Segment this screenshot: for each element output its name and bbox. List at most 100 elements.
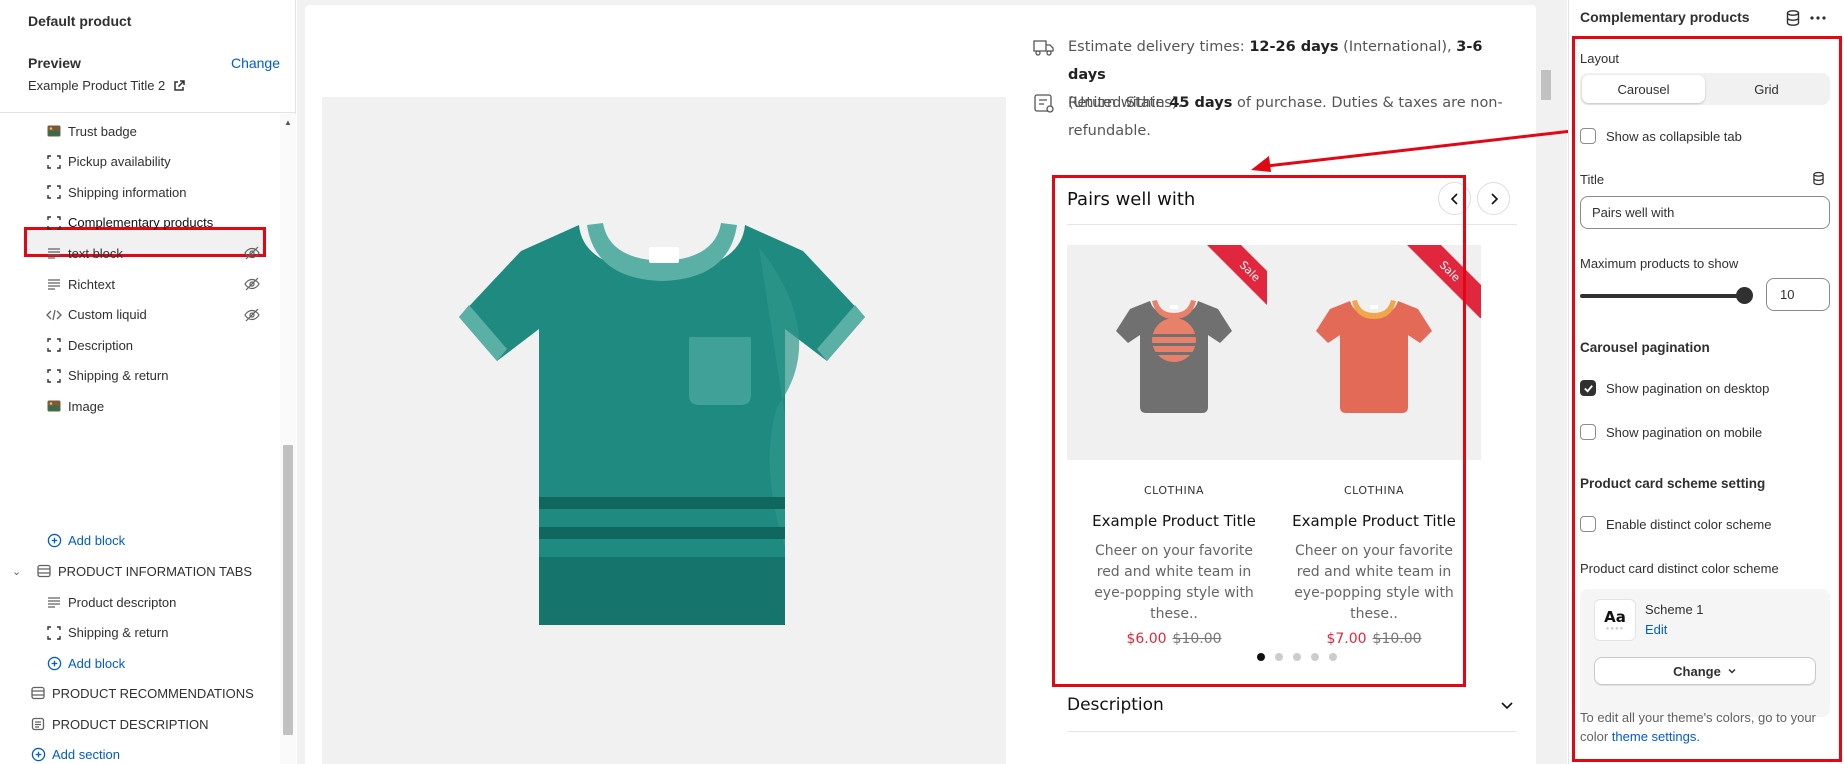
pagination-mobile-checkbox[interactable]: Show pagination on mobile bbox=[1580, 424, 1762, 440]
section-label: PRODUCT RECOMMENDATIONS bbox=[52, 685, 254, 701]
product-price: $7.00 $10.00 bbox=[1267, 631, 1481, 647]
description-accordion[interactable]: Description bbox=[1067, 695, 1164, 715]
more-options-icon[interactable] bbox=[1809, 9, 1827, 27]
section-text-icon bbox=[30, 716, 46, 732]
add-block-button-2[interactable]: Add block bbox=[46, 646, 125, 680]
block-item[interactable]: Complementary products bbox=[46, 206, 213, 240]
block-label: Image bbox=[68, 398, 105, 414]
chevron-down-icon[interactable]: ⌄ bbox=[12, 565, 28, 578]
section-product-information-tabs[interactable]: ⌄ PRODUCT INFORMATION TABS bbox=[12, 554, 252, 588]
block-item[interactable]: Pickup availability bbox=[46, 145, 171, 179]
title-input[interactable]: Pairs well with bbox=[1580, 196, 1830, 229]
carousel-next-button[interactable] bbox=[1477, 182, 1510, 215]
product-description: Cheer on your favorite red and white tea… bbox=[1294, 543, 1454, 622]
preview-scrollbar[interactable] bbox=[1539, 5, 1553, 764]
product-title[interactable]: Example Product Title bbox=[1267, 512, 1481, 530]
image-icon bbox=[46, 123, 62, 139]
preview-label: Preview bbox=[28, 55, 81, 71]
checkbox-box[interactable] bbox=[1580, 128, 1596, 144]
block-item[interactable]: text block bbox=[46, 236, 260, 270]
block-item[interactable]: Richtext bbox=[46, 267, 260, 301]
checkbox-checked[interactable] bbox=[1580, 380, 1596, 396]
dynamic-source-icon[interactable] bbox=[1811, 171, 1826, 186]
block-label: Custom liquid bbox=[68, 307, 147, 323]
chevron-down-icon bbox=[1728, 668, 1736, 674]
change-preview-link[interactable]: Change bbox=[231, 55, 280, 71]
product-title[interactable]: Example Product Title bbox=[1067, 512, 1281, 530]
product-card[interactable]: Sale CLOTHINA Example Product Title Cheer o… bbox=[1267, 245, 1481, 647]
product-price: $6.00 $10.00 bbox=[1067, 631, 1281, 647]
block-item[interactable]: Description bbox=[46, 328, 133, 362]
section-product-recommendations[interactable]: PRODUCT RECOMMENDATIONS bbox=[30, 676, 254, 710]
product-tshirt-image bbox=[459, 223, 865, 625]
block-label: text block bbox=[68, 245, 123, 261]
hidden-eye-icon[interactable] bbox=[244, 245, 260, 261]
pagination-dot[interactable] bbox=[1275, 653, 1283, 661]
checkbox-box[interactable] bbox=[1580, 424, 1596, 440]
storefront-preview: Estimate delivery times: 12-26 days (Int… bbox=[297, 0, 1573, 764]
image-icon bbox=[46, 398, 62, 414]
layout-option-carousel[interactable]: Carousel bbox=[1582, 75, 1705, 103]
block-item[interactable]: Product descripton bbox=[46, 585, 176, 619]
hidden-eye-icon[interactable] bbox=[244, 245, 260, 261]
theme-colors-note: To edit all your theme's colors, go to y… bbox=[1580, 708, 1825, 746]
chevron-down-icon[interactable] bbox=[1500, 699, 1514, 713]
collapsible-tab-checkbox[interactable]: Show as collapsible tab bbox=[1580, 128, 1742, 144]
section-list-icon bbox=[30, 685, 46, 701]
hidden-eye-icon[interactable] bbox=[244, 307, 260, 323]
pagination-dot[interactable] bbox=[1329, 653, 1337, 661]
sale-price: $7.00 bbox=[1326, 631, 1367, 647]
pagination-dot[interactable] bbox=[1257, 653, 1265, 661]
add-section-button[interactable]: Add section bbox=[30, 737, 120, 764]
return-box-icon bbox=[1034, 94, 1054, 113]
max-products-slider-track[interactable] bbox=[1580, 294, 1746, 298]
max-products-input[interactable]: 10 bbox=[1766, 278, 1830, 311]
distinct-scheme-checkbox[interactable]: Enable distinct color scheme bbox=[1580, 516, 1771, 532]
text-lines-icon bbox=[46, 245, 62, 261]
theme-editor: Default product Preview Change Example P… bbox=[0, 0, 1844, 764]
sale-price: $6.00 bbox=[1126, 631, 1167, 647]
block-item[interactable]: Custom liquid bbox=[46, 298, 260, 332]
block-item[interactable]: Image bbox=[46, 389, 104, 423]
section-product-description[interactable]: PRODUCT DESCRIPTION bbox=[30, 707, 209, 741]
title-label: Title bbox=[1580, 172, 1605, 187]
block-item[interactable]: Shipping information bbox=[46, 175, 187, 209]
product-card[interactable]: Sale CLOTHINA Example Product Title Cheer o… bbox=[1067, 245, 1281, 647]
product-card-image[interactable]: Sale bbox=[1067, 245, 1281, 460]
add-block-label: Add block bbox=[68, 655, 126, 671]
preview-product[interactable]: Example Product Title 2 bbox=[28, 78, 186, 93]
section-list-icon bbox=[36, 563, 52, 579]
preview-scroll-thumb[interactable] bbox=[1541, 70, 1551, 100]
carousel-prev-button[interactable] bbox=[1438, 182, 1471, 215]
product-card-image[interactable]: Sale bbox=[1267, 245, 1481, 460]
hidden-eye-icon[interactable] bbox=[244, 276, 260, 292]
pagination-dot[interactable] bbox=[1293, 653, 1301, 661]
hidden-eye-icon[interactable] bbox=[244, 276, 260, 292]
pagination-dot[interactable] bbox=[1311, 653, 1319, 661]
block-item[interactable]: Trust badge bbox=[46, 114, 137, 148]
max-products-slider-handle[interactable] bbox=[1736, 287, 1753, 304]
block-item[interactable]: Shipping & return bbox=[46, 359, 168, 393]
block-item[interactable]: Shipping & return bbox=[46, 616, 168, 650]
checkbox-box[interactable] bbox=[1580, 516, 1596, 532]
product-description: Cheer on your favorite red and white tea… bbox=[1094, 543, 1254, 622]
block-label: Product descripton bbox=[68, 594, 177, 610]
product-media[interactable] bbox=[322, 97, 1006, 764]
scroll-up-arrow-icon[interactable]: ▲ bbox=[284, 118, 292, 127]
block-label: Trust badge bbox=[68, 123, 137, 139]
theme-settings-link[interactable]: theme settings. bbox=[1612, 729, 1700, 744]
dashed-square-icon bbox=[46, 625, 62, 641]
database-icon[interactable] bbox=[1784, 9, 1802, 27]
dashed-square-icon bbox=[46, 215, 62, 231]
pagination-desktop-checkbox[interactable]: Show pagination on desktop bbox=[1580, 380, 1769, 396]
external-link-icon[interactable] bbox=[173, 79, 186, 92]
product-vendor: CLOTHINA bbox=[1343, 484, 1405, 497]
layout-option-grid[interactable]: Grid bbox=[1705, 75, 1828, 103]
add-block-button[interactable]: Add block bbox=[46, 523, 125, 557]
scheme-change-button[interactable]: Change bbox=[1594, 657, 1816, 685]
scheme-edit-link[interactable]: Edit bbox=[1645, 622, 1667, 637]
sidebar-scroll-thumb[interactable] bbox=[283, 445, 293, 735]
hidden-eye-icon[interactable] bbox=[244, 307, 260, 323]
scheme-swatch[interactable]: Aa ●●●● bbox=[1594, 599, 1636, 641]
divider bbox=[1067, 224, 1517, 225]
